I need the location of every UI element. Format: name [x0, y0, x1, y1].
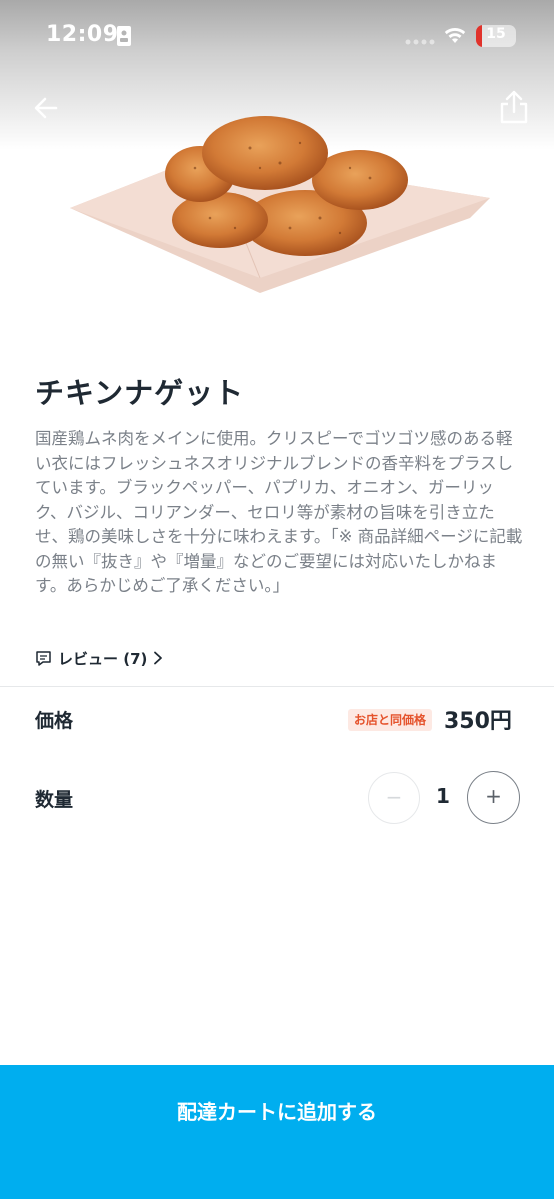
share-icon[interactable] [496, 88, 532, 126]
status-bar: 12:09 15 [0, 0, 554, 72]
battery-level-text: 15 [486, 26, 506, 42]
arrow-left-icon[interactable] [28, 90, 64, 126]
price-value: 350円 [444, 709, 512, 734]
quantity-label: 数量 [35, 789, 74, 811]
price-label: 価格 [35, 710, 74, 732]
battery-indicator: 15 [476, 25, 516, 47]
product-image [70, 116, 490, 293]
product-title: チキンナゲット [35, 376, 245, 410]
quantity-increase-button[interactable]: + [467, 771, 520, 824]
comment-icon [36, 650, 51, 666]
product-description: 国産鶏ムネ肉をメインに使用。クリスピーでゴツゴツ感のある軽い衣にはフレッシュネス… [35, 429, 523, 595]
id-card-icon [117, 26, 131, 46]
reviews-link[interactable]: レビュー (7) [35, 646, 163, 670]
chevron-right-icon [154, 651, 163, 665]
signal-icon [405, 39, 435, 45]
quantity-decrease-button[interactable]: − [368, 772, 420, 824]
product-hero: 12:09 15 [0, 0, 554, 345]
wifi-icon [444, 27, 466, 43]
section-divider [0, 686, 554, 687]
quantity-value: 1 [436, 784, 450, 808]
reviews-label: レビュー (7) [58, 649, 148, 668]
add-to-cart-label: 配達カートに追加する [177, 1100, 377, 1124]
same-price-badge: お店と同価格 [348, 709, 433, 731]
status-time: 12:09 [46, 22, 119, 47]
add-to-cart-button[interactable]: 配達カートに追加する [0, 1065, 554, 1199]
